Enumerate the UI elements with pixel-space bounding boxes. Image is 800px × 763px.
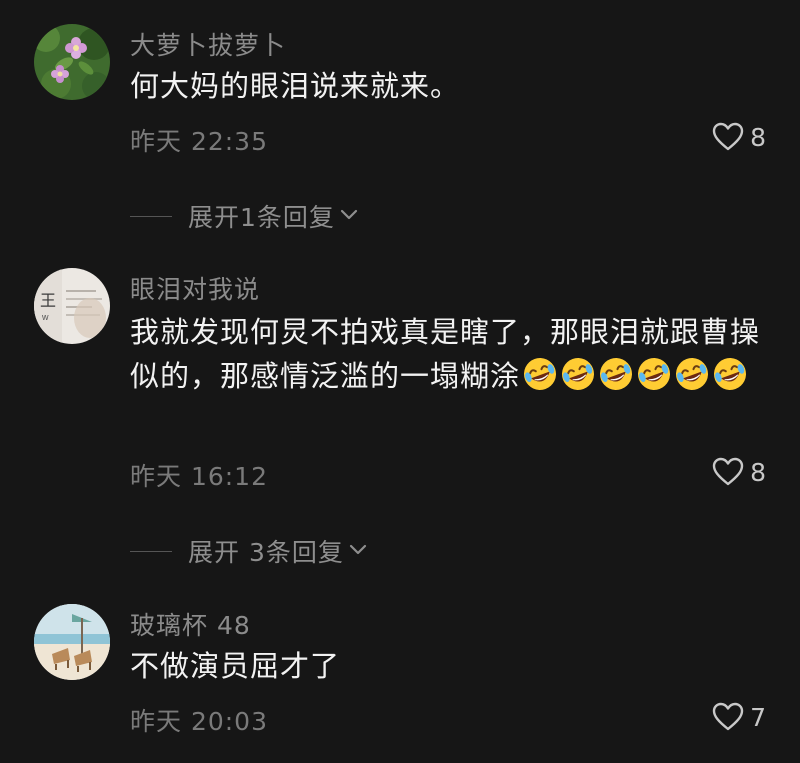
chevron-down-icon [348,542,368,561]
rolling-on-floor-laughing-emoji [636,356,672,392]
like-count: 8 [750,457,766,487]
avatar[interactable] [34,24,110,100]
heart-icon [712,702,744,731]
like-count: 7 [750,702,766,732]
avatar[interactable]: 王 w [34,268,110,344]
like-button[interactable]: 8 [712,122,766,152]
comment-text: 何大妈的眼泪说来就来。 [130,69,461,103]
svg-text:王: 王 [40,293,56,310]
comment-time: 昨天 22:35 [130,127,268,156]
heart-icon [712,457,744,486]
rolling-on-floor-laughing-emoji [674,356,710,392]
flower-photo-avatar-icon [34,24,110,100]
expand-replies-button[interactable]: 展开 3条回复 [130,533,368,569]
comment-username[interactable]: 玻璃杯 48 [130,606,251,642]
comment-username[interactable]: 眼泪对我说 [130,270,260,306]
expand-replies-button[interactable]: 展开1条回复 [130,198,359,234]
comment-text: 不做演员屈才了 [130,649,341,683]
svg-text:w: w [41,312,49,322]
rolling-on-floor-laughing-emoji [522,356,558,392]
comment-username[interactable]: 大萝卜拔萝卜 [130,26,286,62]
divider-line [130,550,172,552]
expand-replies-label: 展开 3条回复 [188,538,344,567]
rolling-on-floor-laughing-emoji [598,356,634,392]
text-card-avatar-icon: 王 w [34,268,110,344]
heart-icon [712,122,744,151]
emoji-group [520,356,748,393]
avatar[interactable] [34,604,110,680]
like-button[interactable]: 7 [712,702,766,732]
like-count: 8 [750,122,766,152]
comment-time: 昨天 16:12 [130,462,268,491]
comment-text: 我就发现何炅不拍戏真是瞎了，那眼泪就跟曹操似的，那感情泛滥的一塌糊涂 [130,310,770,398]
comment-time: 昨天 20:03 [130,707,268,736]
chevron-down-icon [339,207,359,226]
rolling-on-floor-laughing-emoji [712,356,748,392]
rolling-on-floor-laughing-emoji [560,356,596,392]
like-button[interactable]: 8 [712,457,766,487]
beach-chairs-avatar-icon [34,604,110,680]
divider-line [130,215,172,217]
expand-replies-label: 展开1条回复 [188,203,335,232]
